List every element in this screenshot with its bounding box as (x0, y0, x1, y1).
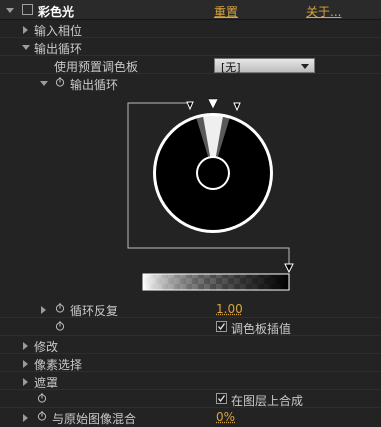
handle-triangle-icon[interactable] (233, 102, 241, 112)
fx-toggle-checkbox[interactable] (22, 4, 33, 15)
row-composite-on-layer: 在图层上合成 (0, 390, 381, 408)
interpolate-palette-checkbox[interactable] (216, 321, 227, 332)
strip-handle-triangle-icon[interactable] (284, 263, 294, 274)
row-interpolate-palette: 调色板插值 (0, 318, 381, 336)
preset-palette-dropdown[interactable]: [无] (214, 58, 315, 74)
expand-triangle-icon[interactable] (23, 26, 28, 34)
output-cycle-graph-label: 输出循环 (70, 78, 119, 92)
handle-triangle-icon[interactable] (186, 101, 194, 111)
interpolate-palette-label: 调色板插值 (231, 322, 292, 336)
collapse-triangle-icon[interactable] (22, 45, 30, 50)
reset-link[interactable]: 重置 (214, 3, 238, 20)
row-blend-with-original: 与原始图像混合 0% (0, 408, 381, 426)
group-input-phase[interactable]: 输入相位 (0, 20, 381, 38)
dropdown-arrow-icon (301, 64, 309, 69)
blend-with-original-value[interactable]: 0% (216, 410, 235, 424)
effect-header: 彩色光 重置 关于... (0, 0, 381, 20)
output-cycle-label: 输出循环 (34, 42, 83, 56)
cycle-repeat-value[interactable]: 1.00 (216, 302, 243, 316)
group-mask[interactable]: 遮罩 (0, 372, 381, 390)
row-cycle-repeat: 循环反复 1.00 (0, 300, 381, 318)
expand-triangle-icon[interactable] (41, 306, 46, 314)
input-phase-label: 输入相位 (34, 24, 83, 38)
use-preset-palette-label: 使用预置调色板 (54, 60, 139, 74)
row-use-preset-palette: 使用预置调色板 [无] (0, 56, 381, 74)
stopwatch-icon[interactable] (37, 411, 47, 421)
stopwatch-icon[interactable] (55, 303, 65, 313)
blend-with-original-label: 与原始图像混合 (52, 412, 137, 426)
pixel-select-label: 像素选择 (34, 358, 83, 372)
checkmark-icon (217, 323, 226, 331)
expand-triangle-icon[interactable] (23, 378, 28, 386)
collapse-triangle-icon[interactable] (6, 8, 14, 13)
effect-name: 彩色光 (38, 5, 75, 19)
wheel-hole (198, 158, 228, 188)
expand-triangle-icon[interactable] (23, 342, 28, 350)
group-modify[interactable]: 修改 (0, 336, 381, 354)
preset-palette-value: [无] (221, 61, 241, 74)
expand-triangle-icon[interactable] (23, 414, 28, 422)
stopwatch-icon[interactable] (55, 77, 65, 87)
expand-triangle-icon[interactable] (23, 360, 28, 368)
output-cycle-wheel-graph[interactable] (0, 98, 381, 299)
group-output-cycle[interactable]: 输出循环 (0, 38, 381, 56)
collapse-triangle-icon[interactable] (40, 81, 48, 86)
stopwatch-icon[interactable] (37, 393, 47, 403)
about-link[interactable]: 关于... (306, 3, 341, 20)
handle-triangle-icon[interactable] (207, 98, 219, 110)
composite-on-layer-label: 在图层上合成 (231, 394, 304, 408)
composite-on-layer-checkbox[interactable] (216, 393, 227, 404)
cycle-repeat-label: 循环反复 (70, 304, 119, 318)
group-pixel-select[interactable]: 像素选择 (0, 354, 381, 372)
checkmark-icon (217, 395, 226, 403)
row-output-cycle-graph: 输出循环 (0, 74, 381, 92)
modify-label: 修改 (34, 340, 59, 354)
mask-label: 遮罩 (34, 376, 59, 390)
gradient-strip[interactable] (142, 273, 290, 291)
stopwatch-icon[interactable] (55, 321, 65, 331)
